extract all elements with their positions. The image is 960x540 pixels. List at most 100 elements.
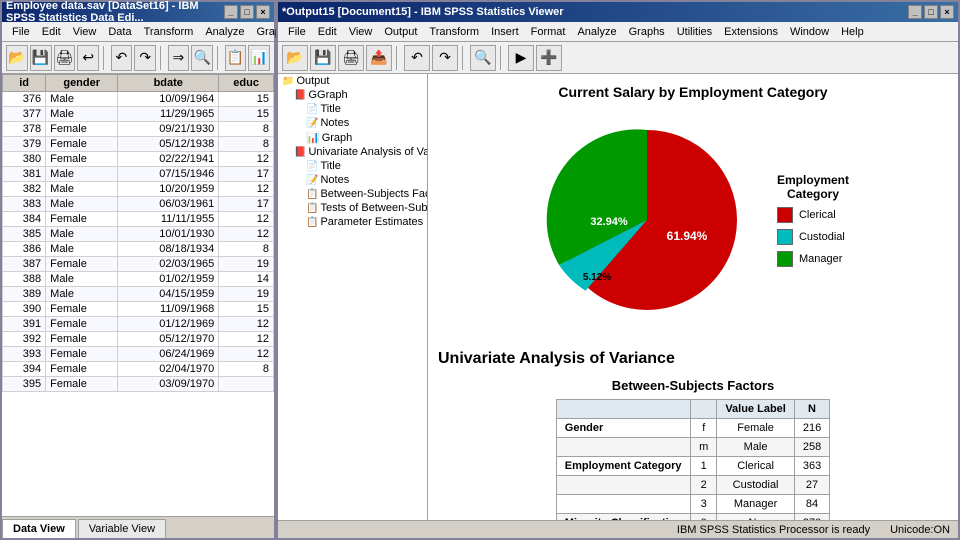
cell-gender[interactable]: Male (46, 287, 118, 302)
cell-id[interactable]: 392 (3, 332, 46, 347)
cell-bdate[interactable]: 11/09/1968 (118, 302, 219, 317)
tree-ggraph-title[interactable]: 📄 Title (278, 102, 427, 116)
out-maximize-button[interactable]: □ (924, 5, 938, 19)
insert-cases-button[interactable]: 📋 (225, 45, 247, 71)
cell-educ[interactable]: 12 (219, 332, 274, 347)
tree-univ-title[interactable]: 📄 Title (278, 159, 427, 173)
cell-educ[interactable]: 14 (219, 272, 274, 287)
out-open-button[interactable]: 📂 (282, 45, 308, 71)
cell-id[interactable]: 378 (3, 122, 46, 137)
cell-gender[interactable]: Female (46, 152, 118, 167)
cell-gender[interactable]: Female (46, 377, 118, 392)
undo-button[interactable]: ↶ (111, 45, 133, 71)
cell-gender[interactable]: Male (46, 182, 118, 197)
out-menu-file[interactable]: File (282, 24, 312, 40)
cell-bdate[interactable]: 07/15/1946 (118, 167, 219, 182)
cell-bdate[interactable]: 08/18/1934 (118, 242, 219, 257)
cell-gender[interactable]: Female (46, 317, 118, 332)
cell-bdate[interactable]: 03/09/1970 (118, 377, 219, 392)
out-menu-analyze[interactable]: Analyze (571, 24, 622, 40)
cell-educ[interactable]: 17 (219, 197, 274, 212)
tree-parameter-estimates[interactable]: 📋 Parameter Estimates (278, 215, 427, 229)
cell-id[interactable]: 389 (3, 287, 46, 302)
out-menu-view[interactable]: View (343, 24, 379, 40)
tab-variable-view[interactable]: Variable View (78, 519, 166, 538)
close-button[interactable]: × (256, 5, 270, 19)
out-menu-extensions[interactable]: Extensions (718, 24, 784, 40)
cell-bdate[interactable]: 10/20/1959 (118, 182, 219, 197)
out-menu-format[interactable]: Format (525, 24, 572, 40)
out-redo-button[interactable]: ↷ (432, 45, 458, 71)
cell-bdate[interactable]: 04/15/1959 (118, 287, 219, 302)
cell-id[interactable]: 393 (3, 347, 46, 362)
out-zoom-button[interactable]: 🔍 (470, 45, 496, 71)
cell-educ[interactable]: 12 (219, 347, 274, 362)
cell-id[interactable]: 395 (3, 377, 46, 392)
cell-educ[interactable]: 15 (219, 107, 274, 122)
cell-id[interactable]: 384 (3, 212, 46, 227)
out-menu-insert[interactable]: Insert (485, 24, 525, 40)
recall-button[interactable]: ↩ (77, 45, 99, 71)
cell-id[interactable]: 376 (3, 92, 46, 107)
cell-educ[interactable]: 12 (219, 317, 274, 332)
tree-between-subjects[interactable]: 📋 Between-Subjects Factors (278, 187, 427, 201)
cell-gender[interactable]: Male (46, 242, 118, 257)
cell-id[interactable]: 390 (3, 302, 46, 317)
cell-id[interactable]: 391 (3, 317, 46, 332)
tree-output[interactable]: 📁 Output (278, 74, 427, 88)
out-menu-help[interactable]: Help (835, 24, 870, 40)
cell-educ[interactable]: 12 (219, 182, 274, 197)
cell-id[interactable]: 388 (3, 272, 46, 287)
tree-univariate[interactable]: 📕 Univariate Analysis of Variance (278, 145, 427, 159)
cell-gender[interactable]: Female (46, 347, 118, 362)
cell-id[interactable]: 386 (3, 242, 46, 257)
cell-educ[interactable]: 17 (219, 167, 274, 182)
cell-bdate[interactable]: 11/29/1965 (118, 107, 219, 122)
cell-bdate[interactable]: 02/22/1941 (118, 152, 219, 167)
out-menu-transform[interactable]: Transform (423, 24, 485, 40)
col-header-id[interactable]: id (3, 75, 46, 92)
out-menu-window[interactable]: Window (784, 24, 835, 40)
cell-educ[interactable]: 19 (219, 257, 274, 272)
cell-gender[interactable]: Female (46, 137, 118, 152)
col-header-educ[interactable]: educ (219, 75, 274, 92)
menu-data[interactable]: Data (102, 24, 137, 40)
cell-id[interactable]: 387 (3, 257, 46, 272)
cell-gender[interactable]: Male (46, 167, 118, 182)
out-menu-output[interactable]: Output (378, 24, 423, 40)
save-button[interactable]: 💾 (30, 45, 52, 71)
print-button[interactable]: 🖨 (54, 45, 76, 71)
out-menu-utilities[interactable]: Utilities (671, 24, 718, 40)
tree-ggraph-graph[interactable]: 📊 Graph (278, 130, 427, 145)
cell-educ[interactable]: 8 (219, 362, 274, 377)
cell-bdate[interactable]: 02/04/1970 (118, 362, 219, 377)
cell-gender[interactable]: Male (46, 107, 118, 122)
cell-bdate[interactable]: 06/03/1961 (118, 197, 219, 212)
cell-educ[interactable] (219, 377, 274, 392)
cell-educ[interactable]: 19 (219, 287, 274, 302)
tree-ggraph[interactable]: 📕 GGraph (278, 88, 427, 102)
cell-id[interactable]: 377 (3, 107, 46, 122)
cell-gender[interactable]: Male (46, 197, 118, 212)
cell-id[interactable]: 385 (3, 227, 46, 242)
redo-button[interactable]: ↷ (134, 45, 156, 71)
maximize-button[interactable]: □ (240, 5, 254, 19)
cell-gender[interactable]: Female (46, 332, 118, 347)
cell-bdate[interactable]: 05/12/1970 (118, 332, 219, 347)
cell-gender[interactable]: Female (46, 257, 118, 272)
cell-educ[interactable]: 8 (219, 242, 274, 257)
find-button[interactable]: 🔍 (191, 45, 213, 71)
cell-id[interactable]: 380 (3, 152, 46, 167)
cell-bdate[interactable]: 06/24/1969 (118, 347, 219, 362)
cell-educ[interactable]: 12 (219, 152, 274, 167)
cell-gender[interactable]: Male (46, 92, 118, 107)
out-add-button[interactable]: ➕ (536, 45, 562, 71)
col-header-gender[interactable]: gender (46, 75, 118, 92)
cell-educ[interactable]: 12 (219, 212, 274, 227)
cell-bdate[interactable]: 05/12/1938 (118, 137, 219, 152)
cell-bdate[interactable]: 10/09/1964 (118, 92, 219, 107)
out-menu-graphs[interactable]: Graphs (623, 24, 671, 40)
menu-edit[interactable]: Edit (36, 24, 67, 40)
cell-educ[interactable]: 8 (219, 122, 274, 137)
cell-id[interactable]: 382 (3, 182, 46, 197)
